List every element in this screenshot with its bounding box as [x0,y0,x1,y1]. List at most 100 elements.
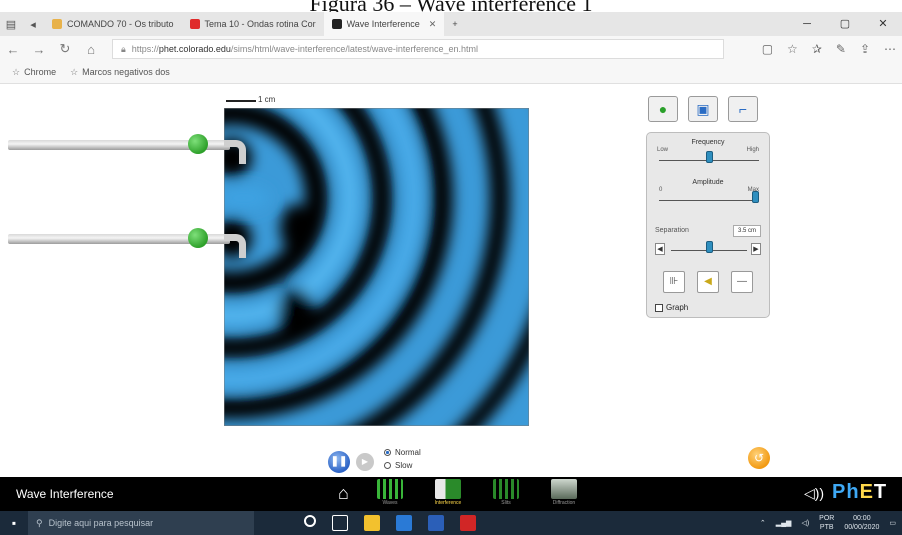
taskbar-apps [304,515,476,531]
speed-normal-label: Normal [395,448,421,457]
measuring-tape-icon[interactable]: ⊪ [663,271,685,293]
close-tab-icon[interactable]: ✕ [429,19,437,30]
toolbar-right: ▢ ☆ ✰ ✎ ⇪ ⋯ [762,36,896,62]
pen-icon[interactable]: ✎ [836,42,846,56]
scene-selector: ● ▣ ⌐ [648,96,758,122]
browser-tab-strip: ▤ ◂ COMANDO 70 - Os tributo Tema 10 - On… [0,12,902,36]
frequency-label: Frequency [691,139,725,146]
pdf-icon[interactable] [460,515,476,531]
faucet-spout [224,234,246,258]
back-arrow-icon[interactable]: ← [0,42,26,57]
radio-dot[interactable] [384,449,391,456]
windows-start-icon[interactable]: ▪ [0,516,28,530]
reader-icon[interactable]: ▢ [762,42,773,56]
amplitude-slider-thumb[interactable] [752,191,759,203]
url-path: /sims/html/wave-interference/latest/wave… [230,44,478,54]
system-tray: ⌃ ▂▄▆ ◁) POR PTB 00:00 00/00/2020 ▭ [760,511,896,535]
more-icon[interactable]: ⋯ [884,42,896,56]
water-scene-button[interactable]: ● [648,96,678,122]
home-icon[interactable]: ⌂ [338,483,349,504]
frequency-slider[interactable] [659,151,759,163]
graph-label: Graph [666,303,689,312]
light-scene-button[interactable]: ⌐ [728,96,758,122]
bookmark-item[interactable]: ☆ Marcos negativos dos [70,67,170,78]
forward-arrow-icon[interactable]: → [26,42,52,57]
screenshot-root: Figura 36 – Wave interference 1 ▤ ◂ COMA… [0,0,902,535]
sim-title: Wave Interference [16,487,114,501]
file-explorer-icon[interactable] [364,515,380,531]
refresh-icon[interactable]: ↻ [52,41,78,57]
screen-label: Diffraction [552,500,576,506]
browser-tab-active[interactable]: Wave Interference ✕ [323,12,445,36]
stopwatch-icon[interactable]: ◀ [697,271,719,293]
tab-title: Wave Interference [346,19,420,29]
close-window-icon[interactable]: ✕ [864,12,902,36]
pause-button[interactable]: ❚❚ [328,451,350,473]
sound-icon[interactable]: ◁)) [804,485,824,502]
word-icon[interactable] [428,515,444,531]
clock[interactable]: 00:00 00/00/2020 [844,514,879,532]
volume-icon[interactable]: ◁) [801,519,809,527]
notification-icon[interactable]: ▭ [889,519,896,527]
minimize-icon[interactable]: ─ [788,12,826,36]
screen-tab-waves[interactable]: Waves [366,479,414,509]
separation-decrease-button[interactable]: ◀ [655,243,665,255]
speed-radio-group: Normal Slow [384,446,421,472]
favorite-star-icon[interactable]: ☆ [787,42,798,56]
browser-tab[interactable]: Tema 10 - Ondas rotina Cor [182,12,324,36]
phet-logo[interactable]: PhET [832,481,887,504]
separation-increase-button[interactable]: ▶ [751,243,761,255]
amplitude-slider[interactable] [659,191,759,203]
scale-bar[interactable] [226,100,256,102]
separation-label: Separation [655,227,689,234]
lang-code: POR [819,515,835,522]
screen-tab-diffraction[interactable]: Diffraction [540,479,588,509]
cortana-icon[interactable] [304,515,316,527]
network-icon[interactable]: ▂▄▆ [776,519,792,527]
wave-meter-icon[interactable]: — [731,271,753,293]
bookmark-item[interactable]: ☆ Chrome [12,67,56,78]
frequency-slider-thumb[interactable] [706,151,713,163]
star-icon: ☆ [70,67,79,77]
tab-title: Tema 10 - Ondas rotina Cor [204,19,316,29]
share-icon[interactable]: ⇪ [860,42,870,56]
speed-slow-radio[interactable]: Slow [384,459,421,472]
screen-thumbnail [435,479,461,499]
favorites-icon[interactable]: ✰ [812,42,822,56]
new-tab-button[interactable]: + [444,12,465,36]
task-view-icon[interactable] [332,515,348,531]
tab-back-icon[interactable]: ◂ [22,12,44,36]
tab-actions-icon[interactable]: ▤ [0,12,22,36]
url-field[interactable]: 🔒︎ https://phet.colorado.edu/sims/html/w… [112,39,724,59]
lang-code-2: PTB [819,524,834,531]
bookmark-label: Marcos negativos dos [82,67,170,77]
screen-tab-interference[interactable]: Interference [424,479,472,509]
home-icon[interactable]: ⌂ [78,42,104,57]
tray-up-icon[interactable]: ⌃ [760,519,766,527]
sound-scene-button[interactable]: ▣ [688,96,718,122]
speed-normal-radio[interactable]: Normal [384,446,421,459]
language-indicator[interactable]: POR PTB [819,514,834,532]
clock-time: 00:00 [853,515,871,522]
step-button[interactable]: ▶ [356,453,374,471]
url-host: phet.colorado.edu [158,44,231,54]
tab-favicon-icon [52,19,62,29]
faucet-button[interactable] [188,228,208,248]
windows-taskbar: ▪ ⚲ Digite aqui para pesquisar ⌃ ▂▄▆ ◁) … [0,511,902,535]
taskbar-search[interactable]: ⚲ Digite aqui para pesquisar [28,511,254,535]
radio-dot[interactable] [384,462,391,469]
edge-icon[interactable] [396,515,412,531]
checkbox-box[interactable] [655,303,663,312]
control-panel: Frequency Low High Amplitude 0 Max Separ… [646,132,770,318]
search-icon: ⚲ [36,517,43,528]
separation-slider[interactable] [671,241,747,253]
screen-tabs: Waves Interference Slits Diffraction [366,479,588,509]
maximize-icon[interactable]: ▢ [826,12,864,36]
separation-slider-thumb[interactable] [706,241,713,253]
faucet-button[interactable] [188,134,208,154]
browser-tab[interactable]: COMANDO 70 - Os tributo [44,12,182,36]
graph-checkbox[interactable]: Graph [655,303,688,312]
reset-all-button[interactable]: ↺ [748,447,770,469]
laser-icon: ⌐ [738,101,748,117]
screen-tab-slits[interactable]: Slits [482,479,530,509]
